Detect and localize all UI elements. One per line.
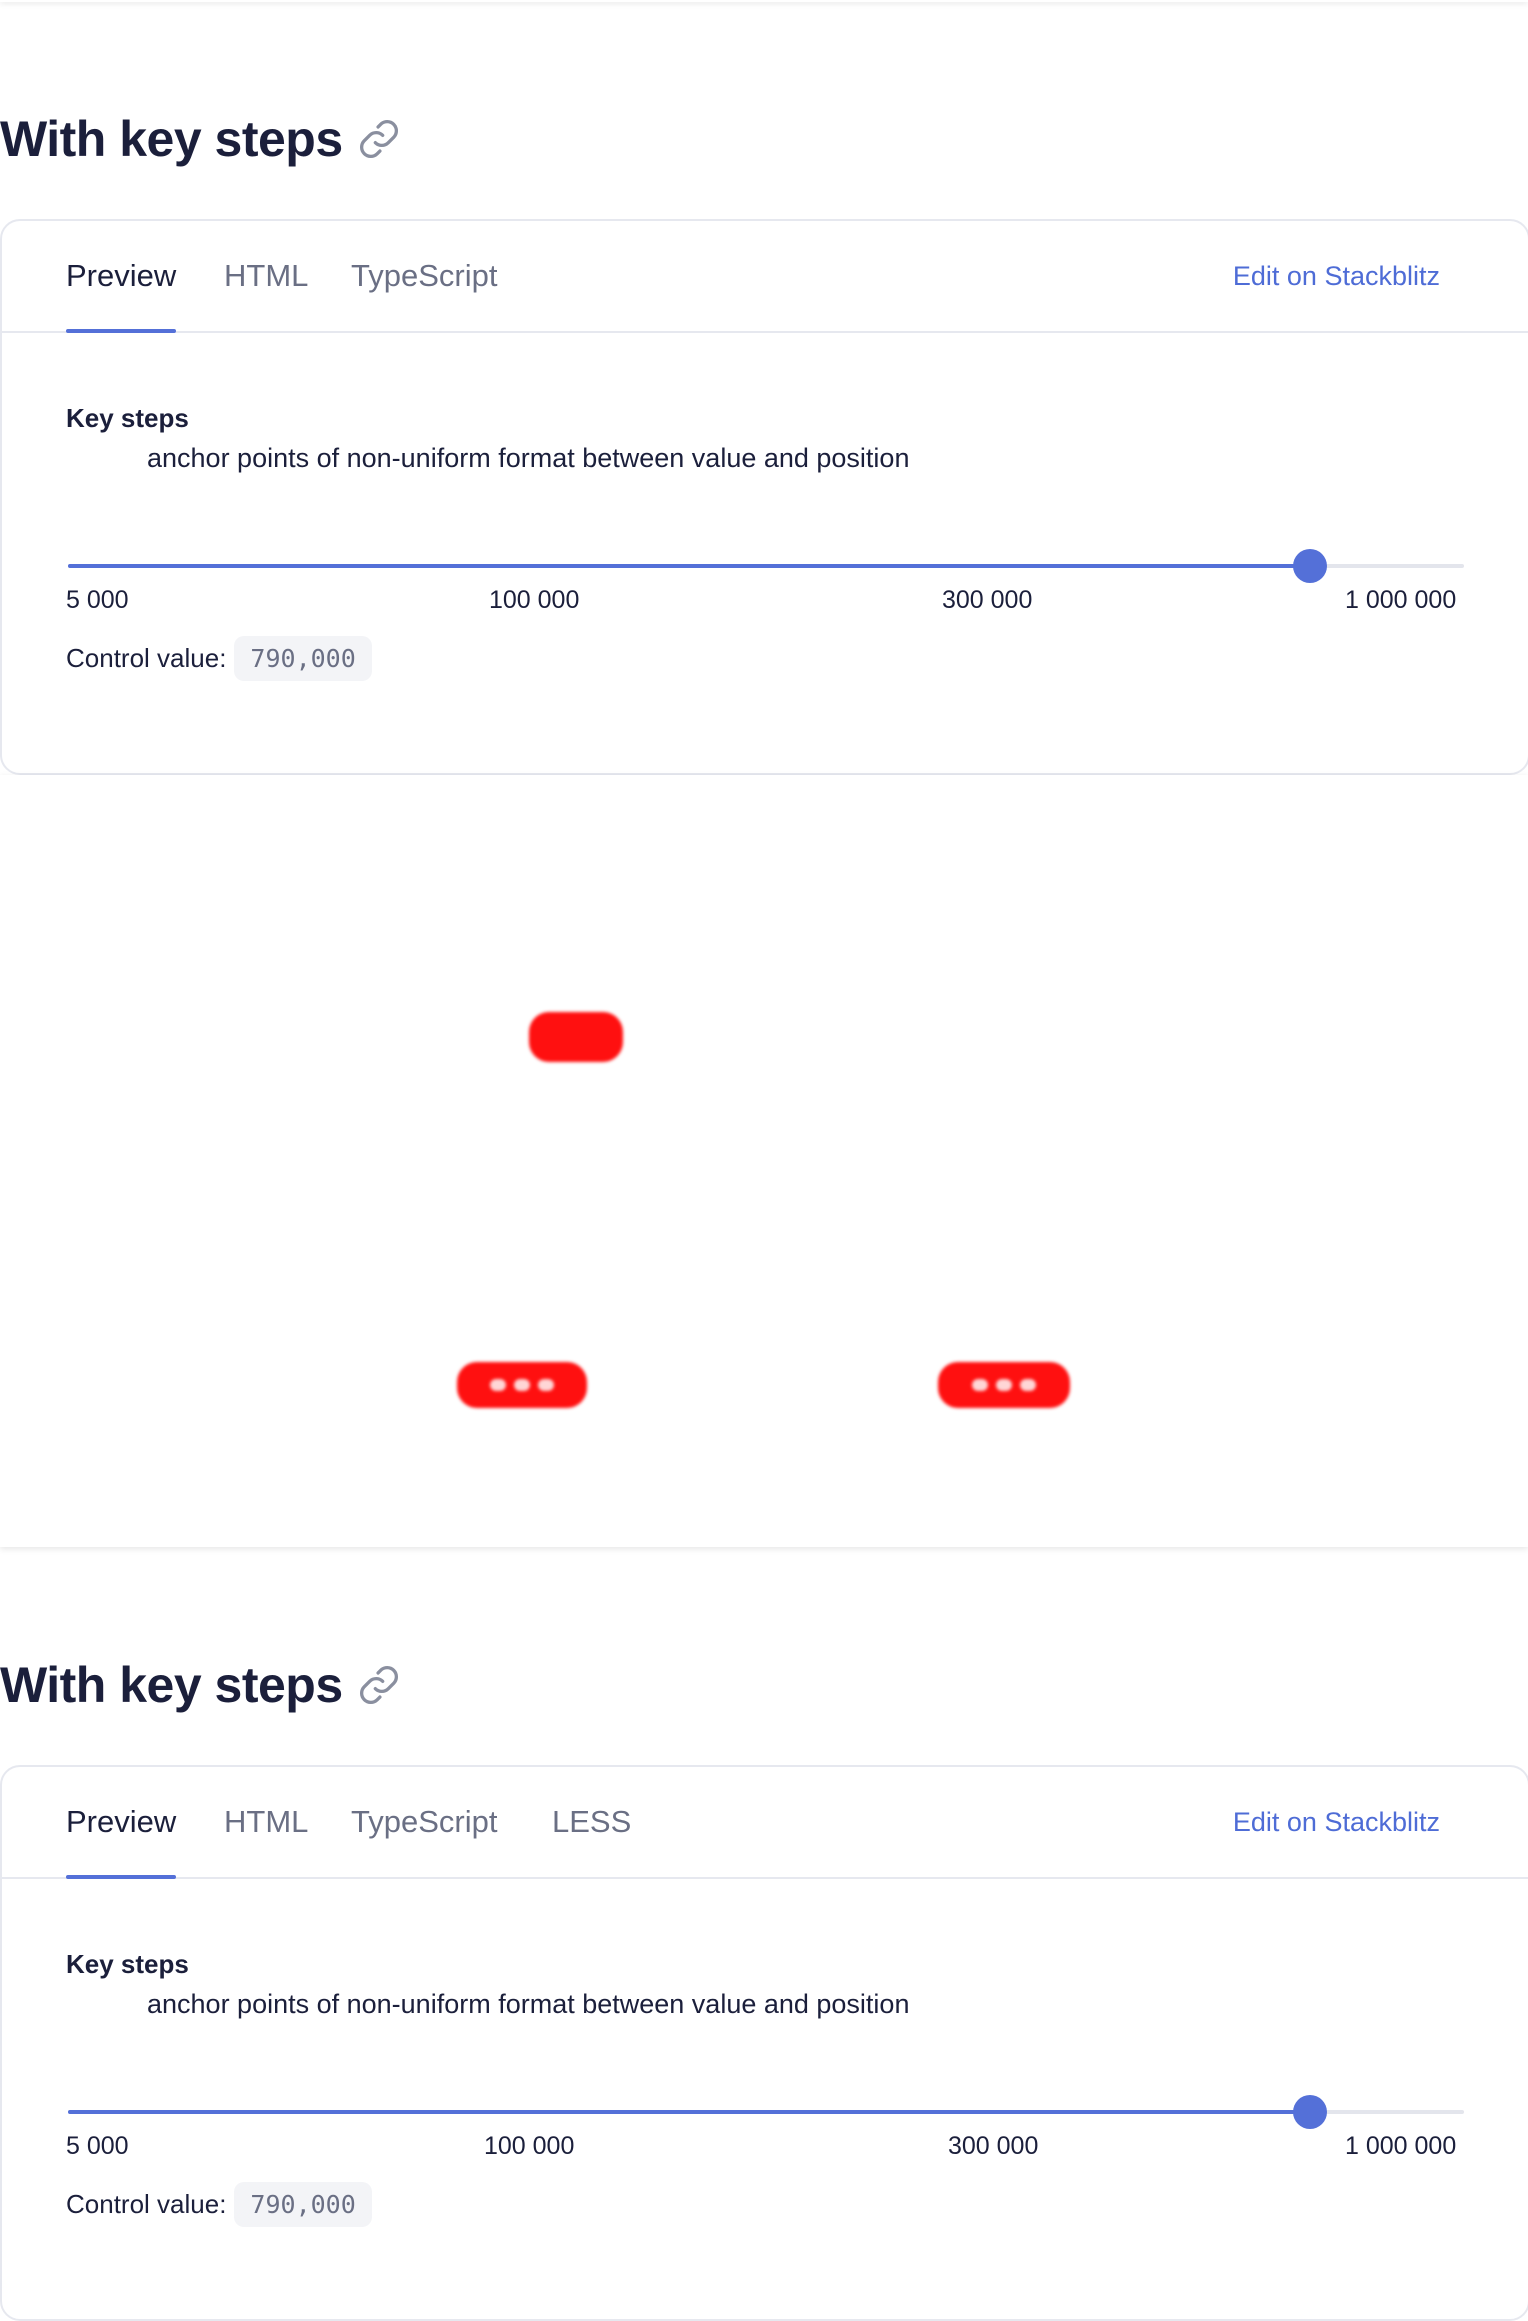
link-icon[interactable] [357, 117, 401, 161]
control-value-label: Control value: [66, 2189, 227, 2219]
section-title: With key steps [0, 110, 401, 168]
tick-label: 300 000 [948, 2132, 1039, 2160]
label-description: anchor points of non-uniform format betw… [147, 443, 910, 473]
embedded-content-area [0, 775, 1528, 1547]
label-description: anchor points of non-uniform format betw… [147, 1989, 910, 2019]
tab-html[interactable]: HTML [224, 221, 308, 331]
control-value-row: Control value: 790,000 [66, 2182, 372, 2227]
edit-on-stackblitz-link[interactable]: Edit on Stackblitz [1233, 1767, 1440, 1877]
tab-bar: Preview HTML TypeScript LESS Edit on Sta… [2, 1767, 1528, 1879]
tab-html[interactable]: HTML [224, 1767, 308, 1877]
slider-thumb[interactable] [1293, 2095, 1328, 2129]
tick-label: 100 000 [489, 586, 580, 614]
slider-fill [68, 2110, 1311, 2114]
tick-label: 1 000 000 [1345, 2132, 1457, 2160]
tab-preview[interactable]: Preview [66, 221, 177, 333]
placeholder-blob [457, 1362, 587, 1408]
tab-typescript[interactable]: TypeScript [351, 1767, 497, 1877]
tab-less[interactable]: LESS [552, 1767, 631, 1877]
tab-bar: Preview HTML TypeScript Edit on Stackbli… [2, 221, 1528, 333]
placeholder-blob [529, 1012, 623, 1062]
control-value-row: Control value: 790,000 [66, 636, 372, 681]
slider-thumb[interactable] [1293, 549, 1328, 583]
tick-label: 300 000 [942, 586, 1033, 614]
section-title-text: With key steps [0, 111, 343, 167]
label-title: Key steps [66, 1949, 189, 1979]
range-slider[interactable] [68, 2095, 1464, 2129]
link-icon[interactable] [357, 1663, 401, 1707]
section-title-text: With key steps [0, 1657, 343, 1713]
control-value: 790,000 [234, 2182, 372, 2227]
tab-typescript[interactable]: TypeScript [351, 221, 497, 331]
top-divider [0, 0, 1528, 2]
tick-label: 100 000 [484, 2132, 575, 2160]
tick-label: 1 000 000 [1345, 586, 1457, 614]
example-card: Preview HTML TypeScript LESS Edit on Sta… [0, 1765, 1528, 2321]
tab-preview[interactable]: Preview [66, 1767, 177, 1879]
label-title: Key steps [66, 403, 189, 433]
placeholder-blob [938, 1362, 1070, 1408]
slider-fill [68, 564, 1311, 568]
tick-label: 5 000 [66, 586, 129, 614]
section-title: With key steps [0, 1656, 401, 1714]
edit-on-stackblitz-link[interactable]: Edit on Stackblitz [1233, 221, 1440, 331]
example-card: Preview HTML TypeScript Edit on Stackbli… [0, 219, 1528, 775]
control-value: 790,000 [234, 636, 372, 681]
control-value-label: Control value: [66, 643, 227, 673]
tick-label: 5 000 [66, 2132, 129, 2160]
range-slider[interactable] [68, 549, 1464, 583]
